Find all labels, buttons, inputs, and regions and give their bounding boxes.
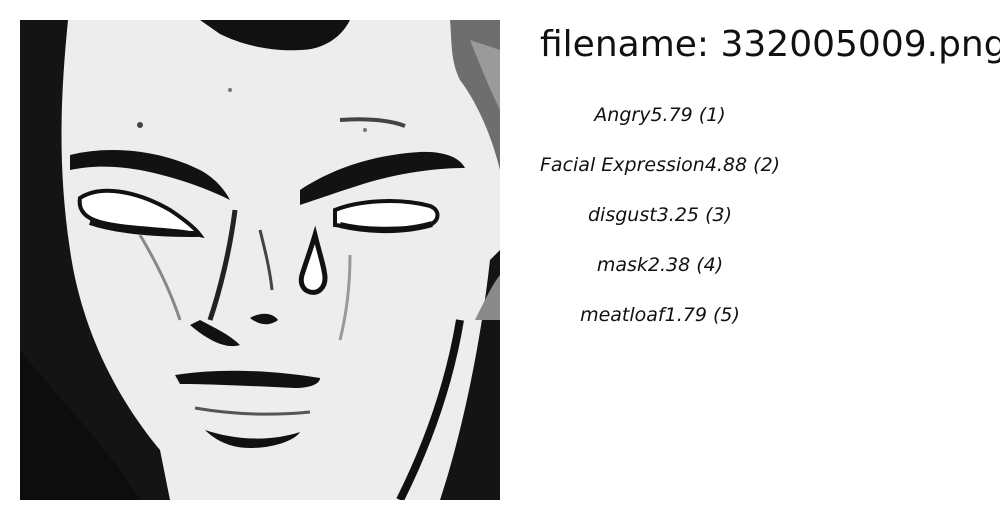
filename-label: filename: 332005009.png [540, 24, 1000, 65]
result-label: Angry [594, 104, 651, 126]
result-item: Angry5.79 (1) [540, 100, 780, 150]
result-score: 4.88 [704, 154, 748, 176]
results-list: Angry5.79 (1) Facial Expression4.88 (2) … [540, 100, 780, 350]
result-item: disgust3.25 (3) [540, 200, 780, 250]
result-label: meatloaf [580, 304, 665, 326]
result-label: Facial Expression [540, 154, 705, 176]
result-score: 5.79 [650, 104, 693, 126]
result-score: 2.38 [647, 254, 691, 276]
result-label: mask [596, 254, 648, 276]
face-image [20, 20, 500, 500]
result-rank: (2) [753, 154, 781, 176]
result-rank: (3) [705, 204, 732, 226]
result-label: disgust [588, 204, 657, 226]
result-rank: (1) [698, 104, 726, 126]
result-rank: (5) [712, 304, 740, 326]
result-item: mask2.38 (4) [540, 250, 780, 300]
result-score: 3.25 [656, 204, 700, 226]
result-rank: (4) [696, 254, 724, 276]
result-item: Facial Expression4.88 (2) [540, 150, 780, 200]
result-item: meatloaf1.79 (5) [540, 300, 780, 350]
result-score: 1.79 [664, 304, 707, 326]
comic-face-image-icon [20, 20, 500, 500]
